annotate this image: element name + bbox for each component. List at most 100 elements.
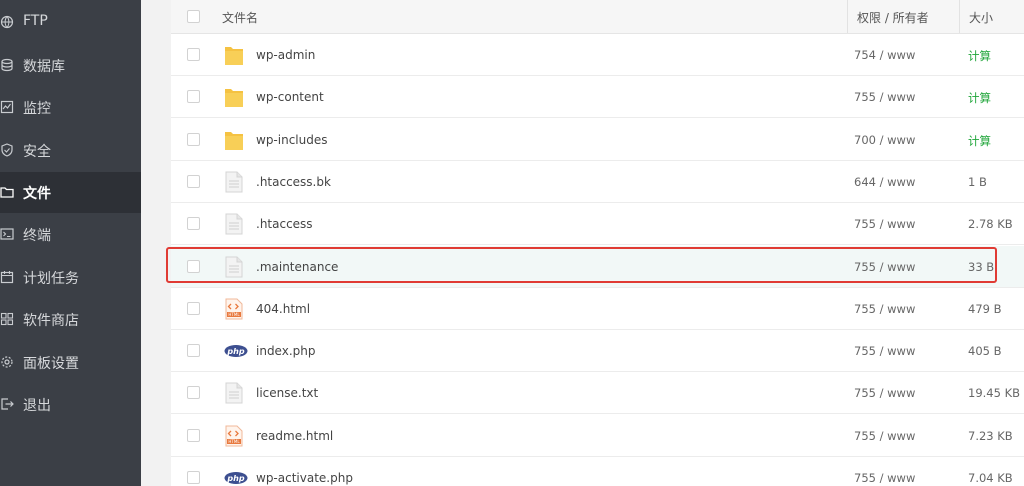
sidebar-item-0[interactable]: FTP (0, 2, 141, 43)
file-icon (224, 171, 244, 193)
file-permission[interactable]: 755 / www (854, 471, 915, 485)
header-size[interactable]: 大小 (969, 9, 993, 26)
select-all-checkbox[interactable] (187, 10, 200, 23)
calculate-size-link[interactable]: 计算 (968, 48, 991, 64)
file-size: 33 B (968, 259, 995, 274)
row-checkbox[interactable] (187, 217, 200, 231)
sidebar-item-6[interactable]: 计划任务 (0, 257, 141, 298)
row-checkbox[interactable] (187, 174, 200, 188)
sidebar-item-label: 监控 (23, 101, 51, 117)
sidebar-item-label: 退出 (23, 398, 51, 414)
svg-text:HTML: HTML (228, 312, 240, 317)
table-row[interactable]: wp-includes 700 / www 计算 (171, 119, 1024, 161)
table-row[interactable]: php index.php 755 / www 405 B (171, 330, 1024, 373)
file-permission[interactable]: 755 / www (854, 260, 915, 274)
table-row[interactable]: wp-content 755 / www 计算 (171, 76, 1024, 119)
row-checkbox[interactable] (187, 428, 200, 442)
file-name[interactable]: .htaccess (256, 217, 313, 231)
sidebar-item-1[interactable]: 数据库 (0, 45, 141, 86)
file-name[interactable]: wp-content (256, 90, 324, 104)
sidebar-item-8[interactable]: 面板设置 (0, 342, 141, 383)
sidebar-item-label: 文件 (23, 186, 51, 202)
folder-icon (224, 129, 244, 151)
file-size: 7.04 KB (968, 471, 1013, 485)
svg-text:php: php (226, 347, 244, 356)
file-permission[interactable]: 644 / www (854, 175, 915, 189)
sidebar-item-label: 数据库 (23, 59, 65, 75)
calendar-icon (0, 270, 14, 284)
sidebar-item-9[interactable]: 退出 (0, 384, 141, 425)
shield-icon (0, 143, 14, 157)
file-name[interactable]: readme.html (256, 429, 333, 443)
table-row[interactable]: .maintenance 755 / www 33 B (171, 245, 1024, 288)
table-header: 文件名 权限 / 所有者 大小 (171, 0, 1024, 34)
table-row[interactable]: wp-admin 754 / www 计算 (171, 34, 1024, 76)
sidebar-item-3[interactable]: 安全 (0, 130, 141, 171)
file-name[interactable]: wp-includes (256, 133, 328, 147)
file-name[interactable]: .maintenance (256, 260, 338, 274)
table-row[interactable]: .htaccess.bk 644 / www 1 B (171, 161, 1024, 203)
calculate-size-link[interactable]: 计算 (968, 133, 991, 149)
sidebar-item-label: 计划任务 (23, 271, 79, 287)
row-checkbox[interactable] (187, 344, 200, 358)
file-size: 2.78 KB (968, 217, 1013, 232)
file-name[interactable]: wp-activate.php (256, 471, 353, 485)
file-size: 7.23 KB (968, 428, 1013, 443)
row-checkbox[interactable] (187, 471, 200, 484)
svg-text:php: php (226, 474, 244, 483)
header-name[interactable]: 文件名 (222, 9, 258, 26)
table-row[interactable]: HTML readme.html 755 / www 7.23 KB (171, 415, 1024, 457)
file-name[interactable]: 404.html (256, 302, 310, 316)
file-name[interactable]: index.php (256, 344, 315, 358)
sidebar-item-7[interactable]: 软件商店 (0, 299, 141, 340)
table-row[interactable]: license.txt 755 / www 19.45 KB (171, 372, 1024, 415)
file-size: 19.45 KB (968, 386, 1021, 401)
file-permission[interactable]: 755 / www (854, 90, 915, 104)
file-permission[interactable]: 754 / www (854, 48, 915, 62)
sidebar-item-label: 安全 (23, 144, 51, 160)
column-divider (847, 0, 848, 33)
header-permission[interactable]: 权限 / 所有者 (857, 9, 929, 26)
sidebar-item-5[interactable]: 终端 (0, 214, 141, 255)
html-file-icon: HTML (224, 425, 244, 447)
sidebar: FTP 数据库监控安全文件终端计划任务软件商店面板设置退出 (0, 0, 141, 486)
php-file-icon: php (224, 340, 248, 362)
file-permission[interactable]: 755 / www (854, 386, 915, 400)
row-checkbox[interactable] (187, 90, 200, 104)
sidebar-item-label: FTP (23, 13, 48, 29)
file-permission[interactable]: 755 / www (854, 302, 915, 316)
gear-icon (0, 355, 14, 369)
html-file-icon: HTML (224, 298, 244, 320)
row-checkbox[interactable] (187, 259, 200, 273)
file-name[interactable]: wp-admin (256, 48, 315, 62)
table-row[interactable]: .htaccess 755 / www 2.78 KB (171, 203, 1024, 246)
column-divider (959, 0, 960, 33)
row-checkbox[interactable] (187, 48, 200, 61)
row-checkbox[interactable] (187, 301, 200, 315)
file-icon (224, 213, 244, 235)
svg-text:HTML: HTML (228, 439, 240, 444)
row-checkbox[interactable] (187, 386, 200, 400)
sidebar-item-label: 终端 (23, 228, 51, 244)
file-permission[interactable]: 700 / www (854, 133, 915, 147)
table-row[interactable]: HTML 404.html 755 / www 479 B (171, 288, 1024, 330)
sidebar-item-2[interactable]: 监控 (0, 87, 141, 128)
database-icon (0, 58, 14, 72)
file-icon (224, 382, 244, 404)
file-permission[interactable]: 755 / www (854, 344, 915, 358)
file-size: 405 B (968, 344, 1002, 359)
globe-icon (0, 15, 14, 29)
logout-icon (0, 397, 14, 411)
file-permission[interactable]: 755 / www (854, 217, 915, 231)
table-row[interactable]: php wp-activate.php 755 / www 7.04 KB (171, 457, 1024, 486)
file-name[interactable]: .htaccess.bk (256, 175, 331, 189)
calculate-size-link[interactable]: 计算 (968, 90, 991, 106)
row-checkbox[interactable] (187, 132, 200, 146)
folder-icon (224, 44, 244, 66)
sidebar-item-4[interactable]: 文件 (0, 172, 141, 213)
file-permission[interactable]: 755 / www (854, 429, 915, 443)
sidebar-item-label: 软件商店 (23, 313, 79, 329)
monitor-icon (0, 100, 14, 114)
file-name[interactable]: license.txt (256, 386, 318, 400)
php-file-icon: php (224, 467, 248, 486)
